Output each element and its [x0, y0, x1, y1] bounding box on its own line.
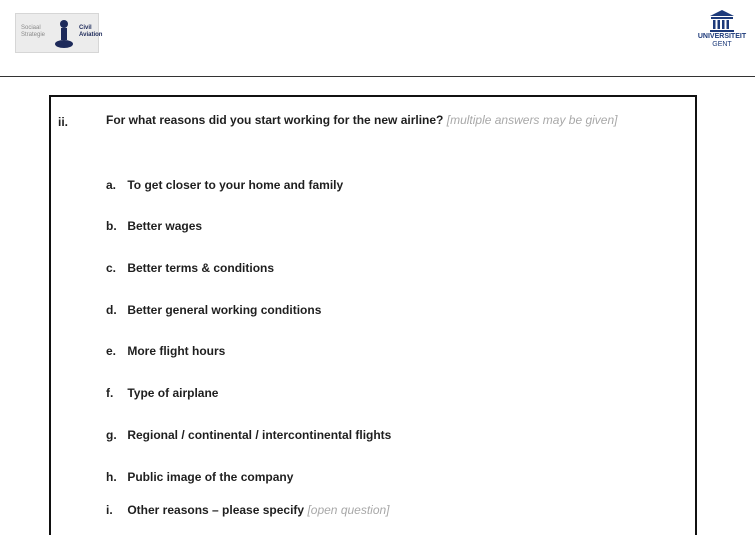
- option-e: e. More flight hours: [106, 344, 225, 358]
- logo-text-left-1: Sociaal: [21, 25, 41, 31]
- option-letter: b.: [106, 219, 117, 233]
- question-number: ii.: [58, 115, 69, 129]
- building-icon: [710, 10, 734, 32]
- question-text-block: For what reasons did you start working f…: [106, 107, 686, 133]
- option-label: Other reasons – please specify: [127, 503, 305, 517]
- option-hint: [open question]: [307, 503, 390, 517]
- option-letter: c.: [106, 261, 117, 275]
- option-label: Type of airplane: [127, 386, 219, 400]
- university-name-line1: UNIVERSITEIT: [697, 33, 747, 40]
- option-label: Better general working conditions: [127, 303, 322, 317]
- header-divider: [0, 76, 755, 77]
- question-text: For what reasons did you start working f…: [106, 113, 444, 127]
- option-label: To get closer to your home and family: [127, 178, 344, 192]
- option-d: d. Better general working conditions: [106, 303, 321, 317]
- option-g: g. Regional / continental / intercontine…: [106, 428, 391, 442]
- logo-text-right-2: Aviation: [79, 32, 103, 38]
- option-letter: h.: [106, 470, 117, 484]
- logo-text-right-1: Civil: [79, 25, 92, 31]
- option-label: More flight hours: [127, 344, 226, 358]
- question-hint: [multiple answers may be given]: [446, 113, 618, 127]
- option-letter: d.: [106, 303, 117, 317]
- option-letter: g.: [106, 428, 117, 442]
- option-i: i. Other reasons – please specify [open …: [106, 503, 390, 517]
- organization-logo: Sociaal Strategie Civil Aviation: [15, 13, 103, 53]
- option-b: b. Better wages: [106, 219, 202, 233]
- option-letter: f.: [106, 386, 114, 400]
- option-label: Better terms & conditions: [127, 261, 275, 275]
- option-letter: a.: [106, 178, 117, 192]
- university-logo: UNIVERSITEIT GENT: [692, 10, 752, 60]
- option-label: Better wages: [127, 219, 203, 233]
- option-f: f. Type of airplane: [106, 386, 218, 400]
- option-label: Public image of the company: [127, 470, 294, 484]
- option-h: h. Public image of the company: [106, 470, 293, 484]
- option-c: c. Better terms & conditions: [106, 261, 274, 275]
- university-name-line2: GENT: [712, 41, 732, 48]
- figure-icon: [55, 20, 73, 48]
- option-label: Regional / continental / intercontinenta…: [127, 428, 392, 442]
- option-a: a. To get closer to your home and family: [106, 178, 343, 192]
- logo-text-left-2: Strategie: [21, 32, 46, 38]
- option-letter: i.: [106, 503, 113, 517]
- option-letter: e.: [106, 344, 117, 358]
